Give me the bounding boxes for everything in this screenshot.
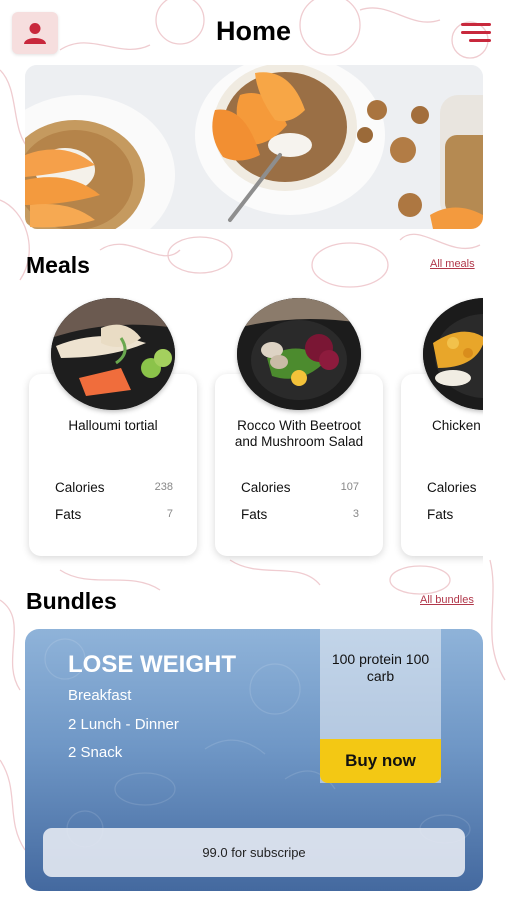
fats-label: Fats [55, 507, 82, 522]
bundle-title: LOSE WEIGHT [68, 651, 236, 678]
calories-row: Calories 107 [241, 480, 359, 495]
fats-row: Fats 7 [55, 507, 173, 522]
fats-row: Fats 3 [241, 507, 359, 522]
bundle-item: 2 Snack [68, 744, 123, 761]
page-title: Home [215, 16, 291, 46]
calories-label: Calories [55, 480, 105, 495]
menu-icon[interactable] [461, 22, 493, 44]
meal-image [237, 298, 361, 410]
fats-row: Fats [427, 507, 483, 522]
all-bundles-link[interactable]: All bundles [420, 594, 474, 606]
bundle-item: 2 Lunch - Dinner [68, 716, 179, 733]
fats-label: Fats [427, 507, 454, 522]
calories-label: Calories [241, 480, 291, 495]
bundle-macros: 100 protein 100 carb [331, 651, 430, 684]
bundle-card[interactable]: LOSE WEIGHT Breakfast 2 Lunch - Dinner 2… [25, 629, 483, 891]
fats-value: 3 [352, 508, 359, 520]
meal-name: Chicken [432, 418, 481, 433]
meal-name: Rocco With Beetroot and Mushroom Salad [234, 418, 364, 449]
buy-now-button[interactable]: Buy now [320, 739, 441, 783]
meal-image [51, 298, 175, 410]
fats-value: 7 [166, 508, 173, 520]
bundles-section-title: Bundles [26, 588, 117, 614]
meals-section-title: Meals [26, 252, 90, 278]
meals-carousel[interactable]: Halloumi tortial Calories 238 Fats 7 Roc… [0, 296, 483, 566]
calories-value: 107 [340, 481, 359, 493]
subscribe-button[interactable]: 99.0 for subscripe [43, 828, 465, 877]
bundle-item: Breakfast [68, 687, 132, 704]
header: Home [0, 8, 507, 56]
calories-row: Calories 238 [55, 480, 173, 495]
meal-name: Halloumi tortial [68, 418, 158, 433]
calories-row: Calories [427, 480, 483, 495]
all-meals-link[interactable]: All meals [430, 258, 475, 270]
calories-label: Calories [427, 480, 477, 495]
fats-label: Fats [241, 507, 268, 522]
calories-value: 238 [154, 481, 173, 493]
hero-banner-image [25, 65, 483, 229]
